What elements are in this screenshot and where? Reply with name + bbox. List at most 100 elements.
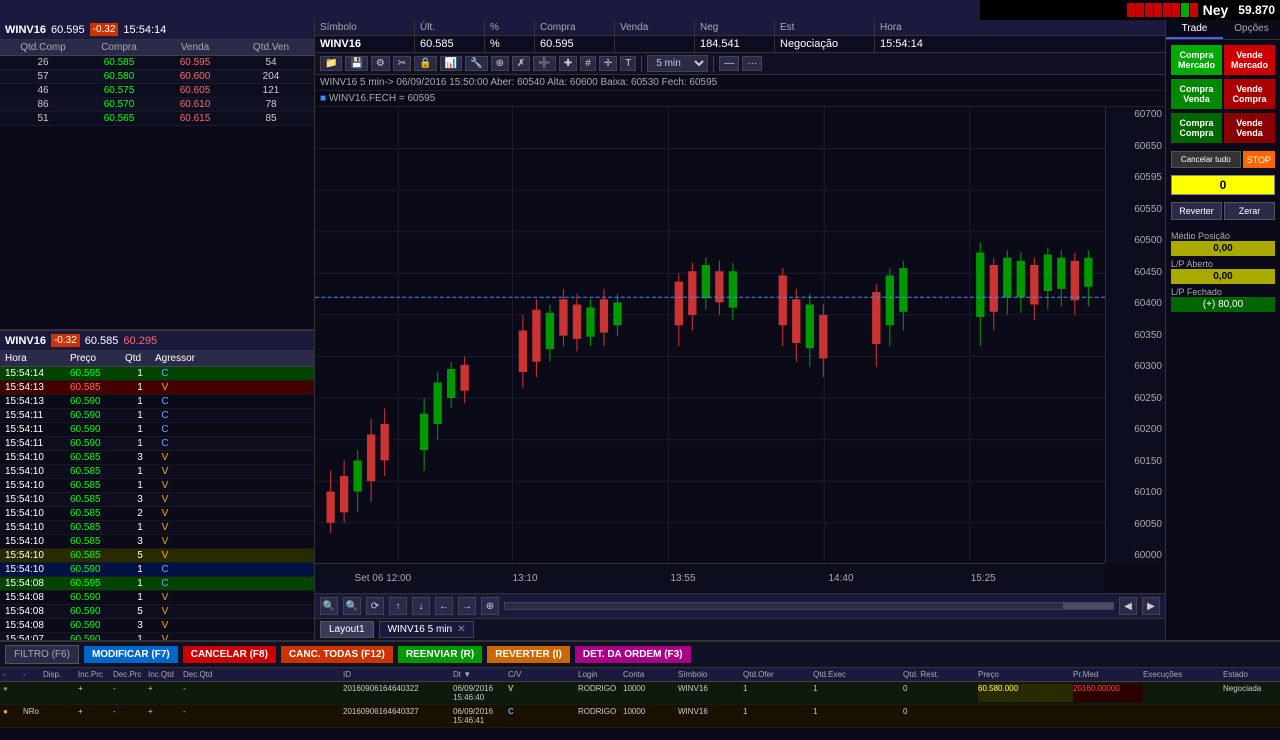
chart-tab[interactable]: WINV16 5 min ✕ (379, 621, 475, 638)
tp-row[interactable]: 15:54:11 60.590 1 C (0, 423, 314, 437)
chart-area[interactable]: 6070060650605956055060500604506040060350… (315, 107, 1165, 593)
orders-row-2[interactable]: ● NRo + - + - 20160906164640327 06/09/20… (0, 705, 1280, 728)
book-compra: 60.580 (81, 71, 157, 82)
modificar-btn[interactable]: MODIFICAR (F7) (84, 646, 178, 663)
book-compra: 60.565 (81, 113, 157, 124)
toolbar-delete[interactable]: ✗ (512, 56, 530, 71)
book-row[interactable]: 57 60.580 60.600 204 (0, 70, 314, 84)
oh-qtdrest: Qtd. Rest. (903, 670, 978, 679)
toolbar-text[interactable]: T (620, 56, 636, 71)
tp-row[interactable]: 15:54:11 60.590 1 C (0, 437, 314, 451)
tab-opcoes[interactable]: Opções (1223, 20, 1280, 39)
tp-price: 60.590 (70, 606, 125, 617)
close-tab-icon[interactable]: ✕ (457, 624, 465, 635)
btn-compra-mercado[interactable]: Compra Mercado (1171, 45, 1222, 75)
toolbar-config[interactable]: ⚙ (371, 56, 390, 71)
oh-minus2: - (23, 670, 43, 679)
scroll-left-btn[interactable]: ← (435, 597, 453, 615)
toolbar-folder[interactable]: 📁 (320, 56, 342, 71)
btn-compra-compra[interactable]: Compra Compra (1171, 113, 1222, 143)
tp-row[interactable]: 15:54:10 60.585 1 V (0, 521, 314, 535)
toolbar-cross[interactable]: ✛ (599, 56, 617, 71)
book-row[interactable]: 51 60.565 60.615 85 (0, 112, 314, 126)
zoom-reset-btn[interactable]: ⟳ (366, 597, 384, 615)
tp-row[interactable]: 15:54:13 60.590 1 C (0, 395, 314, 409)
tp-row[interactable]: 15:54:10 60.585 3 V (0, 451, 314, 465)
btn-vende-venda[interactable]: Vende Venda (1224, 113, 1275, 143)
tp-row[interactable]: 15:54:08 60.590 5 V (0, 605, 314, 619)
tp-row[interactable]: 15:54:07 60.590 1 V (0, 633, 314, 640)
main-content: WINV16 60.595 -0.32 15:54:14 Qtd.Comp Co… (0, 20, 1280, 640)
tp-row[interactable]: 15:54:10 60.585 1 V (0, 479, 314, 493)
oh-incqtd: Inc.Qtd (148, 670, 183, 679)
or2-c2: NRo (23, 707, 43, 725)
orders-row-1[interactable]: ● + - + - 20160906164640322 06/09/2016 1… (0, 682, 1280, 705)
tp-qty: 1 (125, 634, 155, 640)
scroll-arrow-right[interactable]: ▶ (1142, 597, 1160, 615)
toolbar-cut[interactable]: ✂ (393, 56, 411, 71)
reverter-btn2[interactable]: REVERTER (I) (487, 646, 570, 663)
scroll-track[interactable] (504, 602, 1114, 610)
toolbar-crosshair[interactable]: ⊕ (491, 56, 509, 71)
scroll-arrow-left[interactable]: ◀ (1119, 597, 1137, 615)
tp-qty: 1 (125, 396, 155, 407)
tp-time: 15:54:10 (5, 466, 70, 477)
tp-row[interactable]: 15:54:13 60.585 1 V (0, 381, 314, 395)
tp-row[interactable]: 15:54:08 60.590 1 V (0, 591, 314, 605)
btn-vende-compra[interactable]: Vende Compra (1224, 79, 1275, 109)
det-ordem-btn[interactable]: DET. DA ORDEM (F3) (575, 646, 691, 663)
tp-row[interactable]: 15:54:10 60.585 3 V (0, 535, 314, 549)
oh-prmed: Pr.Med (1073, 670, 1143, 679)
toolbar-lock[interactable]: 🔒 (414, 56, 436, 71)
toolbar-hash[interactable]: # (580, 56, 596, 71)
chart-toolbar: 📁 💾 ⚙ ✂ 🔒 📊 🔧 ⊕ ✗ ➕ ✚ # ✛ T 5 min 1 min … (315, 53, 1165, 75)
tp-row[interactable]: 15:54:10 60.585 1 V (0, 465, 314, 479)
layout-btn[interactable]: Layout1 (320, 621, 374, 638)
tp-row[interactable]: 15:54:08 60.595 1 C (0, 577, 314, 591)
tp-row[interactable]: 15:54:08 60.590 3 V (0, 619, 314, 633)
timeframe-select[interactable]: 5 min 1 min 15 min (647, 55, 708, 72)
tp-row[interactable]: 15:54:11 60.590 1 C (0, 409, 314, 423)
canc-todas-btn[interactable]: CANC. TODAS (F12) (281, 646, 393, 663)
tab-trade[interactable]: Trade (1166, 20, 1223, 39)
zoom-out-btn[interactable]: 🔍 (343, 597, 361, 615)
time-label: 13:55 (671, 573, 696, 584)
tp-time: 15:54:08 (5, 592, 70, 603)
filtro-btn[interactable]: FILTRO (F6) (5, 645, 79, 664)
tp-row[interactable]: 15:54:10 60.585 3 V (0, 493, 314, 507)
book-row[interactable]: 26 60.585 60.595 54 (0, 56, 314, 70)
btn-compra-venda[interactable]: Compra Venda (1171, 79, 1222, 109)
cancelar-btn[interactable]: CANCELAR (F8) (183, 646, 276, 663)
scroll-down-btn[interactable]: ↓ (412, 597, 430, 615)
book-row[interactable]: 46 60.575 60.605 121 (0, 84, 314, 98)
tp-qty: 3 (125, 452, 155, 463)
toolbar-save[interactable]: 💾 (345, 56, 367, 71)
tp-row[interactable]: 15:54:10 60.585 2 V (0, 507, 314, 521)
scroll-right-btn[interactable]: → (458, 597, 476, 615)
tp-price: 60.590 (70, 634, 125, 640)
btn-stop[interactable]: STOP (1243, 151, 1275, 168)
toolbar-plus[interactable]: ✚ (559, 56, 577, 71)
bar-1 (1127, 3, 1135, 17)
toolbar-line[interactable]: — (719, 56, 739, 71)
btn-cancelar-tudo[interactable]: Cancelar tudo (1171, 151, 1241, 168)
btn-reverter[interactable]: Reverter (1171, 202, 1222, 220)
btn-zerar[interactable]: Zerar (1224, 202, 1275, 220)
chart-panel: Símbolo Últ. % Compra Venda Neg Est Hora… (315, 20, 1165, 640)
scroll-up-btn[interactable]: ↑ (389, 597, 407, 615)
reenviar-btn[interactable]: REENVIAR (R) (398, 646, 482, 663)
toolbar-tools[interactable]: 🔧 (465, 56, 487, 71)
tp-row[interactable]: 15:54:10 60.590 1 C (0, 563, 314, 577)
tp-qty: 1 (125, 592, 155, 603)
toolbar-dots[interactable]: ··· (742, 56, 762, 71)
book-row[interactable]: 86 60.570 60.610 78 (0, 98, 314, 112)
btn-vende-mercado[interactable]: Vende Mercado (1224, 45, 1275, 75)
tp-row[interactable]: 15:54:14 60.595 1 C (0, 367, 314, 381)
toolbar-add[interactable]: ➕ (533, 56, 555, 71)
zoom-in-btn[interactable]: 🔍 (320, 597, 338, 615)
toolbar-chart[interactable]: 📊 (440, 56, 462, 71)
tp-row[interactable]: 15:54:10 60.585 5 V (0, 549, 314, 563)
qty-input[interactable] (1171, 175, 1275, 195)
zoom-btn-2[interactable]: ⊕ (481, 597, 499, 615)
bar-7 (1181, 3, 1189, 17)
